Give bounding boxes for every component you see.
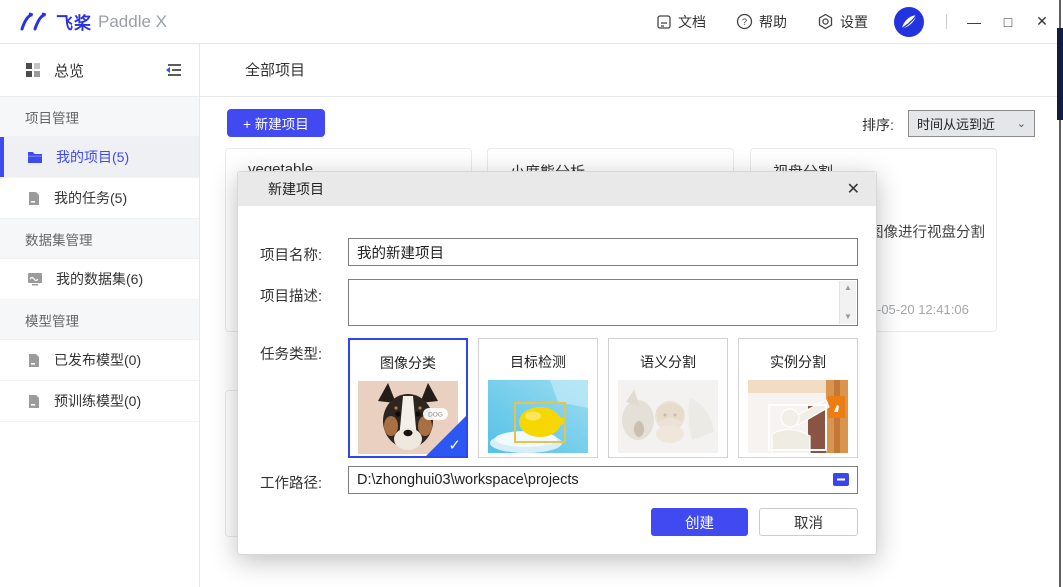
sidebar-item-my-tasks[interactable]: 我的任务(5) [0, 178, 199, 219]
dataset-icon [27, 272, 43, 286]
settings-button[interactable]: 设置 [817, 12, 868, 32]
task-card-title: 实例分割 [739, 352, 857, 372]
help-icon: ? [736, 13, 753, 30]
workspace-path-input[interactable] [349, 467, 829, 493]
sidebar-overview[interactable]: 总览 [0, 44, 199, 97]
help-button[interactable]: ? 帮助 [736, 12, 787, 32]
sidebar-item-label: 已发布模型(0) [54, 350, 141, 370]
paddlex-window: 飞桨 Paddle X 文档 ? 帮助 [0, 0, 1063, 587]
sort-dropdown[interactable]: 时间从远到近 ⌄ [908, 110, 1035, 137]
maximize-button[interactable]: □ [1001, 14, 1015, 30]
sidebar-item-published-models[interactable]: 已发布模型(0) [0, 340, 199, 381]
new-project-modal: 新建项目 ✕ 项目名称: 项目描述: ▲ ▼ 任务类型: 图像分类 [237, 171, 877, 555]
overview-grid-icon [25, 62, 41, 78]
window-separator [946, 14, 947, 29]
task-card-instance-segmentation[interactable]: 实例分割 [738, 338, 858, 458]
project-card-description: 图像进行视盘分割 [869, 221, 1063, 242]
paddlex-logo: 飞桨 Paddle X [18, 9, 167, 34]
file-icon [27, 394, 41, 409]
sidebar-item-my-datasets[interactable]: 我的数据集(6) [0, 259, 199, 300]
section-header-project-mgmt: 项目管理 [0, 97, 199, 137]
docs-button[interactable]: 文档 [656, 12, 706, 32]
scroll-up-icon[interactable]: ▲ [844, 283, 852, 293]
sidebar-item-label: 预训练模型(0) [54, 391, 141, 411]
docs-label: 文档 [678, 12, 706, 32]
svg-text:?: ? [742, 17, 747, 27]
file-icon [27, 191, 41, 206]
project-name-label: 项目名称: [260, 244, 322, 265]
project-desc-textarea[interactable]: ▲ ▼ [348, 279, 858, 326]
sidebar: 总览 项目管理 我的项目(5) 我的任务(5) 数据集管理 [0, 44, 200, 587]
task-card-semantic-segmentation[interactable]: 语义分割 [608, 338, 728, 458]
check-icon: ✓ [448, 436, 461, 454]
sort-selected-value: 时间从远到近 [917, 114, 995, 133]
project-card-timestamp: -05-20 12:41:06 [877, 302, 969, 317]
task-card-title: 语义分割 [609, 352, 727, 372]
task-card-object-detection[interactable]: 目标检测 [478, 338, 598, 458]
file-icon [27, 353, 41, 368]
task-card-image-classification[interactable]: 图像分类 DOG ✓ [348, 338, 468, 458]
folder-icon [27, 150, 43, 164]
task-card-title: 目标检测 [479, 352, 597, 372]
create-button[interactable]: 创建 [651, 508, 748, 536]
lemon-detection-thumb [488, 380, 588, 453]
sidebar-item-my-projects[interactable]: 我的项目(5) [0, 137, 199, 178]
top-bar: 飞桨 Paddle X 文档 ? 帮助 [0, 0, 1063, 44]
sidebar-item-pretrained-models[interactable]: 预训练模型(0) [0, 381, 199, 422]
user-avatar[interactable] [894, 7, 924, 37]
new-project-button[interactable]: + 新建项目 [227, 109, 325, 137]
section-header-dataset-mgmt: 数据集管理 [0, 219, 199, 259]
browse-folder-icon[interactable] [832, 472, 850, 487]
workspace-path-label: 工作路径: [260, 472, 322, 493]
task-type-label: 任务类型: [260, 343, 322, 364]
sidebar-item-label: 我的任务(5) [54, 188, 127, 208]
cancel-button[interactable]: 取消 [759, 508, 858, 536]
chevron-down-icon: ⌄ [1017, 117, 1026, 130]
section-header-model-mgmt: 模型管理 [0, 300, 199, 340]
workspace-path-field [348, 466, 858, 494]
semantic-segmentation-thumb [618, 380, 718, 453]
logo-en-text: Paddle X [98, 12, 167, 32]
minimize-button[interactable]: — [967, 14, 981, 30]
paddle-strokes-icon [18, 11, 52, 33]
breadcrumb: 全部项目 [200, 44, 1063, 97]
instance-segmentation-thumb [748, 380, 848, 453]
topbar-actions: 文档 ? 帮助 设置 [626, 7, 1049, 37]
overview-label: 总览 [54, 60, 84, 81]
active-indicator-bar [0, 137, 4, 177]
project-desc-label: 项目描述: [260, 285, 322, 306]
project-name-input[interactable] [348, 238, 858, 266]
textarea-scrollbar[interactable]: ▲ ▼ [839, 281, 856, 324]
help-label: 帮助 [759, 12, 787, 32]
modal-title: 新建项目 [268, 179, 324, 199]
modal-header: 新建项目 ✕ [238, 172, 876, 206]
logo-cn-text: 飞桨 [56, 9, 92, 34]
sidebar-item-label: 我的项目(5) [56, 147, 129, 167]
paddle-logo-icon [898, 11, 920, 33]
sort-label: 排序: [862, 115, 894, 135]
document-icon [656, 14, 672, 30]
modal-close-icon[interactable]: ✕ [847, 179, 860, 199]
background-window-strip [1057, 28, 1063, 120]
gear-icon [817, 13, 834, 30]
task-card-title: 图像分类 [350, 353, 466, 373]
collapse-sidebar-icon[interactable] [165, 62, 183, 78]
sidebar-item-label: 我的数据集(6) [56, 269, 143, 289]
settings-label: 设置 [840, 12, 868, 32]
scroll-down-icon[interactable]: ▼ [844, 312, 852, 322]
close-button[interactable]: ✕ [1035, 13, 1049, 30]
